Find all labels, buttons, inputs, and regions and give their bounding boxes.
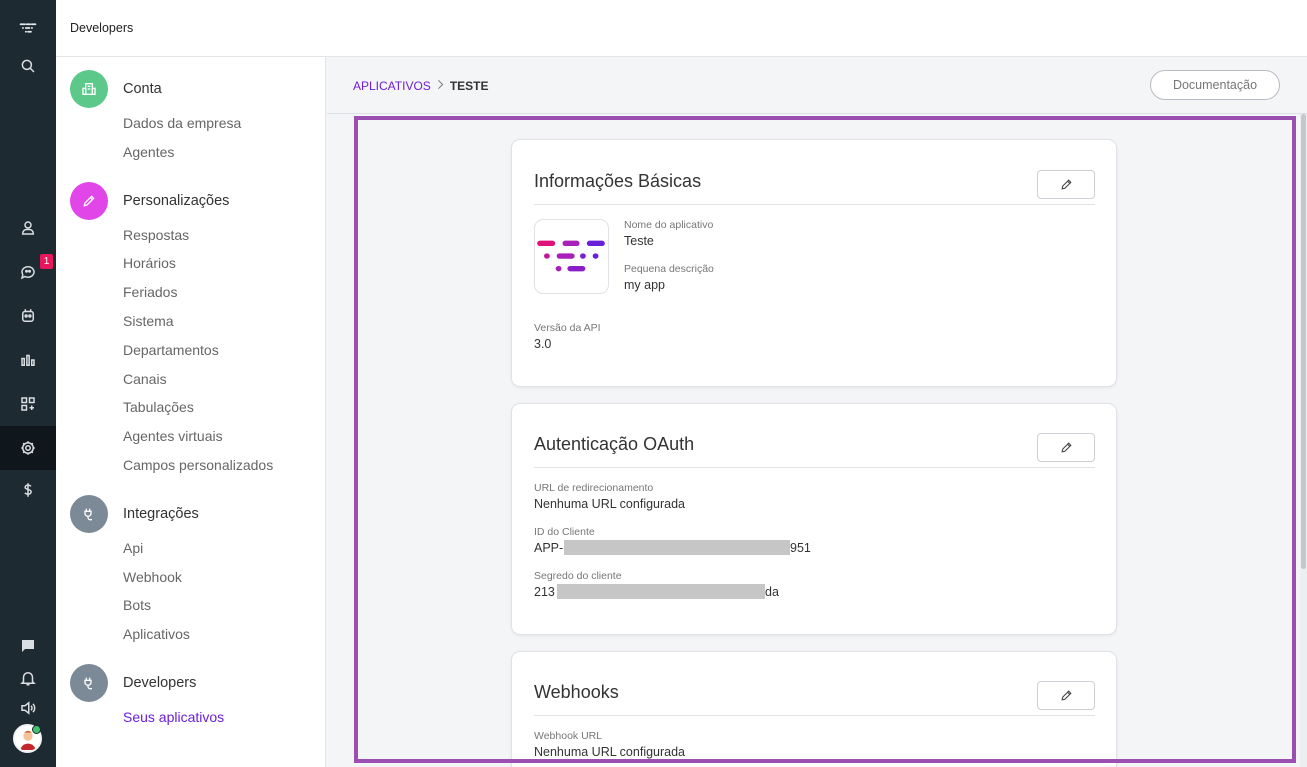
nav-item-agentes-virtuais[interactable]: Agentes virtuais xyxy=(123,428,223,444)
app-description-value: my app xyxy=(624,278,665,292)
notification-badge: 1 xyxy=(40,254,53,269)
nav-item-aplicativos[interactable]: Aplicativos xyxy=(123,626,190,642)
divider xyxy=(534,204,1095,205)
pencil-icon xyxy=(1060,690,1072,701)
plug-icon xyxy=(70,664,108,702)
speaker-icon[interactable] xyxy=(0,690,56,726)
pencil-icon xyxy=(1060,442,1072,453)
scrollbar-thumb[interactable] xyxy=(1301,114,1306,569)
card-title: Autenticação OAuth xyxy=(534,434,695,454)
nav-section-personalizacoes[interactable]: Personalizações xyxy=(70,182,229,220)
pencil-icon xyxy=(1060,179,1072,190)
pencil-icon xyxy=(70,182,108,220)
nav-item-bots[interactable]: Bots xyxy=(123,597,151,613)
oauth-card: Autenticação OAuth URL de redirecionamen… xyxy=(511,403,1117,635)
building-icon xyxy=(70,70,108,108)
client-id-label: ID do Cliente xyxy=(534,526,595,538)
nav-item-sistema[interactable]: Sistema xyxy=(123,313,174,329)
api-version-value: 3.0 xyxy=(534,337,552,351)
logo-icon[interactable] xyxy=(0,10,56,46)
edit-webhooks-button[interactable] xyxy=(1037,681,1095,710)
nav-section-title: Developers xyxy=(123,675,197,691)
nav-section-integracoes[interactable]: Integrações xyxy=(70,495,199,533)
card-title: Webhooks xyxy=(534,682,619,702)
client-id-suffix: 951 xyxy=(790,541,811,555)
nav-item-departamentos[interactable]: Departamentos xyxy=(123,342,219,358)
plug-icon xyxy=(70,495,108,533)
nav-item-canais[interactable]: Canais xyxy=(123,371,167,387)
dollar-icon[interactable] xyxy=(0,472,56,508)
documentation-button[interactable]: Documentação xyxy=(1150,70,1280,100)
divider xyxy=(534,467,1095,468)
message-icon[interactable] xyxy=(0,628,56,664)
nav-item-dados-empresa[interactable]: Dados da empresa xyxy=(123,115,241,131)
breadcrumb-link-aplicativos[interactable]: APLICATIVOS xyxy=(353,79,431,93)
nav-section-title: Personalizações xyxy=(123,193,230,209)
nav-item-respostas[interactable]: Respostas xyxy=(123,227,189,243)
app-name-label: Nome do aplicativo xyxy=(624,219,714,231)
card-title: Informações Básicas xyxy=(534,171,702,191)
nav-item-seus-aplicativos[interactable]: Seus aplicativos xyxy=(123,709,224,725)
breadcrumb-bar: APLICATIVOS TESTE Documentação xyxy=(327,57,1307,114)
basic-info-card: Informações Básicas Nome do aplicativo T… xyxy=(511,139,1117,387)
breadcrumb: APLICATIVOS TESTE xyxy=(353,79,488,93)
settings-nav: Conta Dados da empresa Agentes Personali… xyxy=(56,57,326,767)
nav-item-feriados[interactable]: Feriados xyxy=(123,284,177,300)
divider xyxy=(534,715,1095,716)
app-description-label: Pequena descrição xyxy=(624,263,714,275)
webhooks-card: Webhooks Webhook URL Nenhuma URL configu… xyxy=(511,651,1117,767)
search-icon[interactable] xyxy=(0,48,56,84)
client-secret-suffix: da xyxy=(765,585,779,599)
nav-item-horarios[interactable]: Horários xyxy=(123,255,176,271)
nav-item-tabulacoes[interactable]: Tabulações xyxy=(123,399,194,415)
edit-oauth-button[interactable] xyxy=(1037,433,1095,462)
app-logo-icon xyxy=(534,219,609,294)
apps-icon[interactable] xyxy=(0,386,56,422)
nav-section-developers[interactable]: Developers xyxy=(70,664,196,702)
app-name-value: Teste xyxy=(624,234,654,248)
nav-section-title: Conta xyxy=(123,81,162,97)
gear-icon[interactable] xyxy=(0,426,56,470)
chevron-right-icon xyxy=(437,79,444,93)
nav-section-title: Integrações xyxy=(123,506,199,522)
page-title: Developers xyxy=(70,21,134,35)
nav-item-agentes[interactable]: Agentes xyxy=(123,144,174,160)
user-icon[interactable] xyxy=(0,210,56,246)
breadcrumb-current: TESTE xyxy=(449,79,489,93)
client-id-prefix: APP- xyxy=(534,541,564,555)
client-secret-label: Segredo do cliente xyxy=(534,570,622,582)
api-version-label: Versão da API xyxy=(534,322,601,334)
top-bar: Developers xyxy=(56,0,1307,57)
nav-item-webhook[interactable]: Webhook xyxy=(123,569,182,585)
edit-basic-info-button[interactable] xyxy=(1037,170,1095,199)
online-status-indicator xyxy=(32,725,41,734)
icon-rail: 1 xyxy=(0,0,56,767)
nav-section-conta[interactable]: Conta xyxy=(70,70,162,108)
client-id-redaction xyxy=(564,540,790,555)
chart-icon[interactable] xyxy=(0,342,56,378)
nav-item-campos-personalizados[interactable]: Campos personalizados xyxy=(123,457,273,473)
webhook-url-label: Webhook URL xyxy=(534,730,603,742)
webhook-url-value: Nenhuma URL configurada xyxy=(534,745,686,759)
redirect-url-value: Nenhuma URL configurada xyxy=(534,497,686,511)
bot-icon[interactable] xyxy=(0,298,56,334)
nav-item-api[interactable]: Api xyxy=(123,540,143,556)
client-secret-prefix: 213 xyxy=(534,585,555,599)
client-secret-redaction xyxy=(557,584,765,599)
redirect-url-label: URL de redirecionamento xyxy=(534,482,654,494)
